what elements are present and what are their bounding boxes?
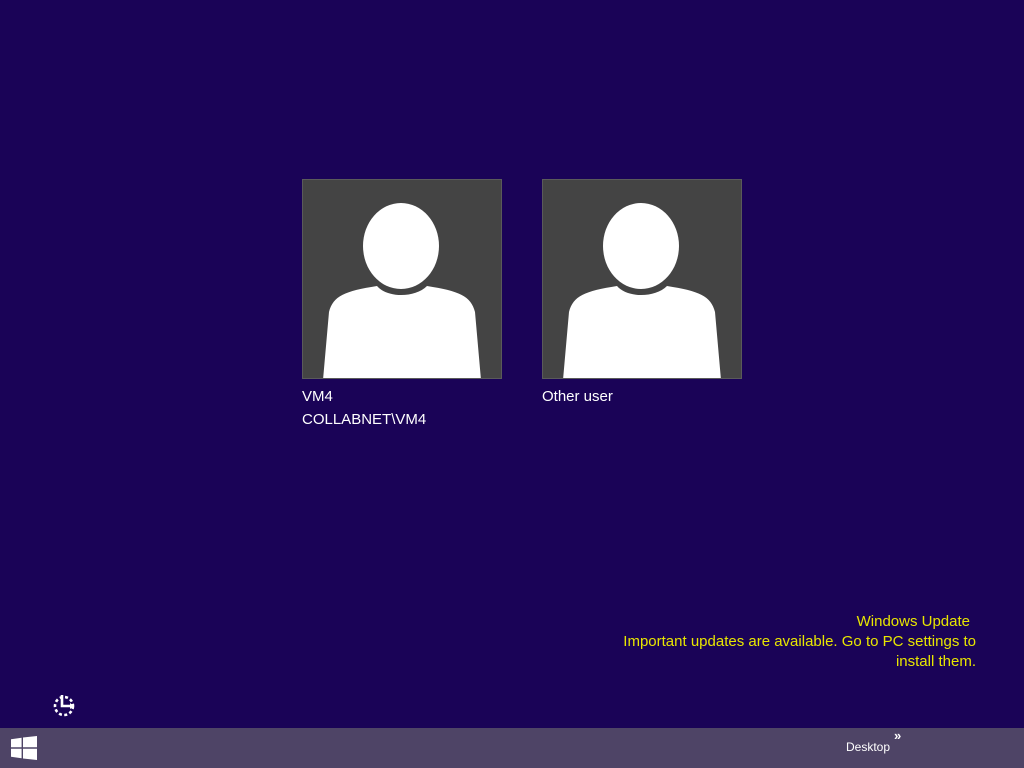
lock-screen-user-select: VM4 COLLABNET\VM4 Other user Windows Upd… bbox=[0, 0, 1024, 768]
notification-message-line1: Important updates are available. Go to P… bbox=[623, 633, 976, 650]
notification-title: Windows Update bbox=[856, 613, 970, 630]
user-tile-other-user[interactable] bbox=[542, 179, 742, 379]
user-name-vm4: VM4 bbox=[302, 388, 333, 405]
taskbar: Desktop » bbox=[0, 728, 1024, 768]
default-user-avatar-icon bbox=[563, 203, 721, 378]
windows-update-notification[interactable]: Windows Update Important updates are ava… bbox=[596, 612, 976, 672]
chevron-right-icon: » bbox=[894, 728, 902, 743]
user-tile-vm4[interactable] bbox=[302, 179, 502, 379]
desktop-label: Desktop bbox=[846, 740, 891, 754]
notification-message-line2: install them. bbox=[895, 653, 976, 670]
ease-of-access-button[interactable] bbox=[50, 692, 78, 720]
user-domain-vm4: COLLABNET\VM4 bbox=[302, 411, 427, 428]
windows-logo-icon bbox=[11, 736, 37, 760]
start-button[interactable] bbox=[0, 728, 48, 768]
default-user-avatar-icon bbox=[323, 203, 481, 378]
user-name-other-user: Other user bbox=[542, 388, 613, 405]
ease-of-access-icon bbox=[53, 695, 75, 717]
desktop-button[interactable]: Desktop » bbox=[834, 728, 918, 768]
